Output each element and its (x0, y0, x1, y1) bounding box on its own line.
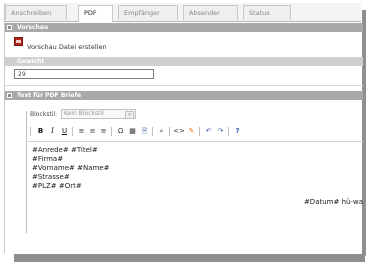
editor-line: #Vorname# #Name# (32, 164, 110, 172)
section-title: Text für PDF Briefe (17, 92, 82, 99)
blockstil-label: Blockstil: (30, 111, 58, 118)
redo-button[interactable]: ↷ (216, 125, 225, 137)
section-header-vorschau[interactable]: Vorschau (5, 23, 363, 32)
underline-button[interactable]: U (60, 125, 69, 137)
align-right-button[interactable]: ≡ (99, 125, 108, 137)
tab-status[interactable]: Status (243, 5, 291, 20)
toolbar-separator (228, 127, 229, 136)
tab-label: Anschreiben (11, 9, 52, 17)
toolbar-separator (169, 127, 170, 136)
editor-line: #Anrede# #Titel# (32, 146, 98, 154)
collapse-icon[interactable] (7, 25, 12, 30)
editor-line: #Strasse# (32, 173, 70, 181)
blockstil-value: Kein Blockstil (64, 110, 104, 117)
toolbar-separator (72, 127, 73, 136)
tab-label: Absender (189, 9, 220, 17)
undo-button[interactable]: ↶ (204, 125, 213, 137)
date-line: #Datum# hü-wa (303, 198, 363, 206)
paste-button[interactable]: 🗎 (140, 125, 149, 137)
chevron-down-icon[interactable]: ▾ (125, 111, 134, 119)
editor-window: Anschreiben PDF Empfänger Absender Statu… (4, 3, 366, 253)
divider (5, 85, 363, 86)
help-icon[interactable]: ? (233, 125, 242, 137)
toolbar-separator (199, 127, 200, 136)
align-center-button[interactable]: ≡ (88, 125, 97, 137)
tab-bar: Anschreiben PDF Empfänger Absender Statu… (5, 3, 361, 22)
cleanup-button[interactable]: ✎ (187, 125, 196, 137)
toolbar-separator (111, 127, 112, 136)
tab-pdf[interactable]: PDF (78, 5, 113, 22)
source-code-button[interactable]: <> (173, 125, 185, 137)
create-preview-link[interactable]: Vorschau Datei erstellen (27, 43, 107, 51)
tab-label: PDF (84, 9, 97, 17)
bold-button[interactable]: B (36, 125, 45, 137)
tab-anschreiben[interactable]: Anschreiben (5, 5, 67, 20)
toolbar-separator (152, 127, 153, 136)
tab-empfaenger[interactable]: Empfänger (118, 5, 178, 20)
find-button[interactable]: ⌕ (157, 125, 166, 137)
blockstil-select[interactable]: Kein Blockstil ▾ (61, 109, 136, 119)
table-button[interactable]: ▦ (128, 125, 137, 137)
pdf-icon[interactable] (14, 37, 23, 46)
align-left-button[interactable]: ≡ (77, 125, 86, 137)
tab-absender[interactable]: Absender (183, 5, 238, 20)
subsection-header-gewicht: Gewicht (5, 57, 363, 66)
italic-button[interactable]: I (48, 125, 57, 137)
rich-text-editor[interactable]: #Anrede# #Titel# #Firma# #Vorname# #Name… (28, 141, 363, 234)
toolbar-separator (30, 127, 31, 136)
tab-label: Status (249, 9, 270, 17)
special-char-button[interactable]: Ω (116, 125, 125, 137)
window-shadow-bottom (14, 254, 365, 262)
editor-toolbar: B I U ≡ ≡ ≡ Ω ▦ 🗎 ⌕ <> ✎ ↶ ↷ ? (30, 125, 360, 137)
subsection-title: Gewicht (17, 58, 45, 65)
section-header-text[interactable]: Text für PDF Briefe (5, 91, 363, 100)
tab-label: Empfänger (124, 9, 160, 17)
editor-line: #PLZ# #Ort# (32, 182, 82, 190)
editor-border (26, 111, 27, 233)
collapse-icon[interactable] (7, 93, 12, 98)
section-title: Vorschau (17, 24, 49, 31)
editor-line: #Firma# (32, 155, 64, 163)
weight-input[interactable]: 29 (14, 69, 154, 79)
